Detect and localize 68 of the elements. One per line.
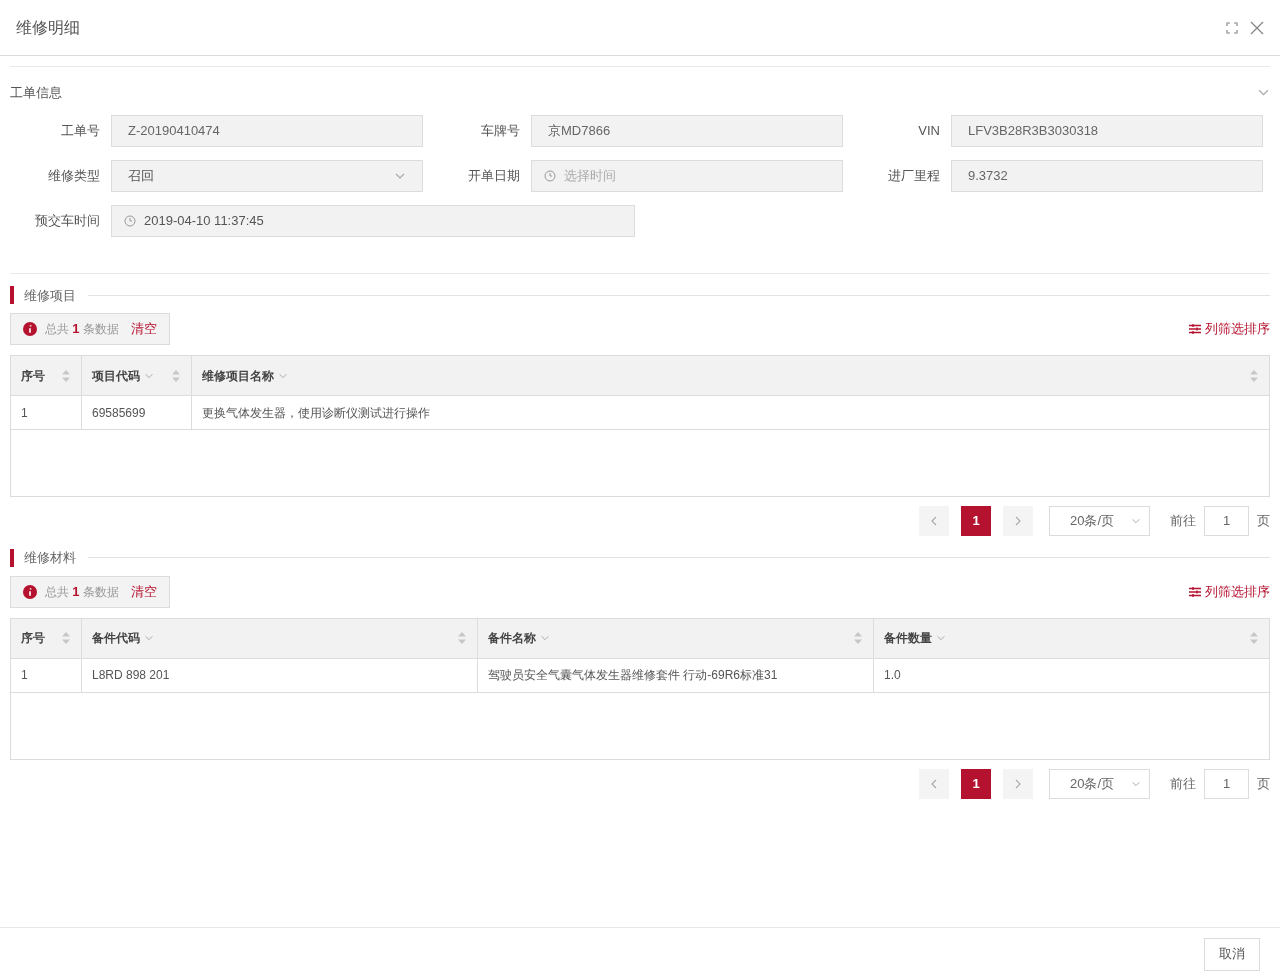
sliders-icon <box>1189 323 1201 335</box>
page-size-select[interactable]: 20条/页 <box>1049 506 1150 536</box>
column-settings-link[interactable]: 列筛选排序 <box>1189 319 1270 339</box>
page-unit-label: 页 <box>1257 512 1270 531</box>
clock-icon <box>124 214 136 227</box>
section-title: 维修材料 <box>24 549 76 567</box>
field-label: 开单日期 <box>467 166 520 185</box>
info-icon <box>23 584 37 599</box>
table-cell-text: 驾驶员安全气囊气体发生器维修套件 行动-69R6标准31 <box>488 667 778 684</box>
goto-label: 前往 <box>1170 512 1196 531</box>
sliders-icon <box>1189 585 1201 598</box>
table-cell-text: 69585699 <box>92 404 146 422</box>
table-cell-text: 1 <box>21 404 28 422</box>
summary-text: 总共 1 条数据 <box>45 582 119 601</box>
date-field[interactable]: 2019-04-10 11:37:45 <box>111 204 635 237</box>
table-cell-text: L8RD 898 201 <box>92 667 170 684</box>
field-label: 预交车时间 <box>34 211 100 230</box>
sort-icon[interactable] <box>61 368 71 383</box>
page-button[interactable]: 1 <box>961 506 991 536</box>
column-header: 备件数量 <box>884 630 932 647</box>
next-page-button[interactable] <box>1003 506 1033 536</box>
dialog-title: 维修明细 <box>16 17 80 38</box>
sort-icon[interactable] <box>61 631 71 645</box>
sort-icon[interactable] <box>1249 631 1259 645</box>
column-header: 备件代码 <box>92 630 140 647</box>
column-header: 项目代码 <box>92 367 140 385</box>
table-cell-text: 更换气体发生器，使用诊断仪测试进行操作 <box>202 404 430 422</box>
chevron-down-icon <box>1131 516 1141 526</box>
sort-icon[interactable] <box>1249 368 1259 383</box>
summary-text: 总共 1 条数据 <box>45 320 119 339</box>
field-label: 工单号 <box>60 121 100 140</box>
table-cell-text: 1.0 <box>884 667 901 684</box>
section-title: 工单信息 <box>10 84 62 102</box>
input-field[interactable]: Z-20190410474 <box>111 114 423 147</box>
prev-page-button[interactable] <box>919 768 949 799</box>
column-header: 维修项目名称 <box>202 367 274 385</box>
close-icon[interactable] <box>1250 20 1264 35</box>
section-title: 维修项目 <box>24 286 76 305</box>
page-input[interactable]: 1 <box>1204 506 1249 536</box>
goto-label: 前往 <box>1170 774 1196 793</box>
table-cell-text: 1 <box>21 667 28 684</box>
input-field[interactable]: 9.3732 <box>951 159 1263 192</box>
sort-icon[interactable] <box>853 631 863 645</box>
page-input[interactable]: 1 <box>1204 768 1249 799</box>
cancel-button[interactable]: 取消 <box>1204 937 1260 971</box>
page-button[interactable]: 1 <box>961 768 991 799</box>
field-label: 维修类型 <box>47 166 100 185</box>
maximize-icon[interactable] <box>1226 21 1238 34</box>
input-field[interactable]: LFV3B28R3B3030318 <box>951 114 1263 147</box>
sort-icon[interactable] <box>457 631 467 645</box>
info-icon <box>23 322 37 336</box>
prev-page-button[interactable] <box>919 506 949 536</box>
sort-icon[interactable] <box>171 368 181 383</box>
clear-link[interactable]: 清空 <box>130 581 157 602</box>
column-settings-link[interactable]: 列筛选排序 <box>1189 581 1270 602</box>
field-label: 车牌号 <box>480 121 520 140</box>
clear-link[interactable]: 清空 <box>130 319 157 339</box>
input-field[interactable]: 京MD7866 <box>531 114 843 147</box>
page-size-select[interactable]: 20条/页 <box>1049 768 1150 799</box>
clock-icon <box>544 169 556 182</box>
column-header: 备件名称 <box>488 630 536 647</box>
select-field[interactable]: 召回 <box>111 159 423 192</box>
field-label: VIN <box>917 121 940 140</box>
field-label: 进厂里程 <box>887 166 940 185</box>
column-header: 序号 <box>21 630 45 647</box>
column-header: 序号 <box>21 367 45 385</box>
next-page-button[interactable] <box>1003 768 1033 799</box>
page-unit-label: 页 <box>1257 774 1270 793</box>
